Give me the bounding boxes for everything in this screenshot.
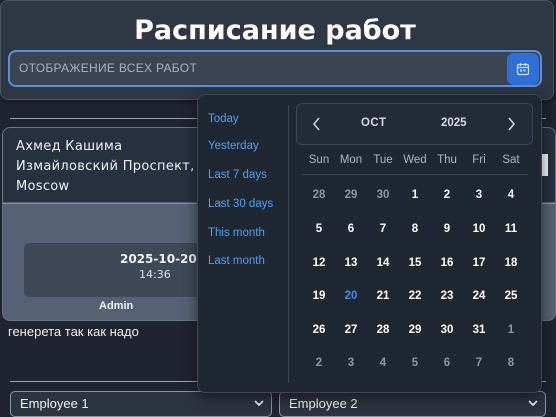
address-line: Ахмед Кашима: [16, 139, 123, 154]
calendar-day[interactable]: 27: [335, 324, 367, 336]
calendar-day[interactable]: 26: [303, 324, 335, 336]
weekday-label: Fri: [472, 154, 486, 166]
calendar-day[interactable]: 22: [399, 290, 431, 302]
preset-this-month[interactable]: This month: [208, 227, 265, 239]
calendar-day[interactable]: 3: [335, 357, 367, 369]
preset-last-7-days[interactable]: Last 7 days: [208, 169, 267, 181]
month-select[interactable]: OCT: [361, 117, 386, 129]
preset-today[interactable]: Today: [208, 113, 239, 125]
calendar-day[interactable]: 7: [367, 223, 399, 235]
date-range-input[interactable]: ОТОБРАЖЕНИЕ ВСЕХ РАБОТ: [8, 50, 542, 87]
card-note: генерета так как надо: [8, 324, 139, 339]
weekday-label: Sun: [308, 154, 330, 166]
header-panel: Расписание работ ОТОБРАЖЕНИЕ ВСЕХ РАБОТ: [0, 0, 554, 100]
date-picker-popup: Today Yesterday Last 7 days Last 30 days…: [197, 94, 542, 393]
calendar-day[interactable]: 6: [335, 223, 367, 235]
calendar-day[interactable]: 8: [495, 357, 527, 369]
calendar-day[interactable]: 14: [367, 257, 399, 269]
chevron-down-icon: [254, 400, 264, 407]
calendar-day[interactable]: 31: [463, 324, 495, 336]
weekday-label: Sat: [502, 154, 520, 166]
calendar-day[interactable]: 16: [431, 257, 463, 269]
calendar-day[interactable]: 6: [431, 357, 463, 369]
calendar-day[interactable]: 25: [495, 290, 527, 302]
preset-yesterday[interactable]: Yesterday: [208, 140, 259, 152]
card-author: Admin: [99, 300, 134, 312]
weekday-label: Thu: [437, 154, 457, 166]
calendar-day[interactable]: 8: [399, 223, 431, 235]
column-divider: [288, 105, 289, 383]
calendar-day[interactable]: 7: [463, 357, 495, 369]
calendar-day[interactable]: 28: [367, 324, 399, 336]
preset-last-30-days[interactable]: Last 30 days: [208, 198, 273, 210]
page-title: Расписание работ: [134, 15, 416, 46]
calendar-day[interactable]: 17: [463, 257, 495, 269]
card-date: 2025-10-20: [120, 252, 197, 266]
month-nav: OCT 2025: [296, 103, 533, 145]
calendar-day[interactable]: 20: [335, 290, 367, 302]
calendar-day[interactable]: 10: [463, 223, 495, 235]
calendar-button[interactable]: [507, 53, 539, 85]
calendar-day[interactable]: 4: [495, 189, 527, 201]
calendar-day[interactable]: 1: [495, 324, 527, 336]
address-line: Измайловский Проспект,: [16, 159, 195, 174]
calendar-day[interactable]: 30: [431, 324, 463, 336]
calendar-day[interactable]: 4: [367, 357, 399, 369]
select-value: Employee 2: [289, 396, 358, 411]
calendar-day[interactable]: 13: [335, 257, 367, 269]
card-time: 14:36: [139, 268, 171, 281]
calendar-day[interactable]: 11: [495, 223, 527, 235]
calendar-day[interactable]: 2: [431, 189, 463, 201]
employee-select-2[interactable]: Employee 2: [279, 391, 546, 417]
calendar-day[interactable]: 12: [303, 257, 335, 269]
calendar-day[interactable]: 9: [431, 223, 463, 235]
preset-list: Today Yesterday Last 7 days Last 30 days…: [198, 95, 288, 392]
chevron-right-icon[interactable]: [505, 116, 517, 132]
calendar-day[interactable]: 23: [431, 290, 463, 302]
weekday-divider: [302, 174, 528, 175]
calendar-day[interactable]: 30: [367, 189, 399, 201]
calendar-day[interactable]: 5: [303, 223, 335, 235]
calendar-day[interactable]: 29: [335, 189, 367, 201]
calendar-day[interactable]: 28: [303, 189, 335, 201]
chevron-down-icon: [528, 400, 538, 407]
calendar-day[interactable]: 5: [399, 357, 431, 369]
calendar-day[interactable]: 2: [303, 357, 335, 369]
chevron-left-icon[interactable]: [311, 116, 323, 132]
employee-select-1[interactable]: Employee 1: [10, 391, 272, 417]
calendar-day[interactable]: 1: [399, 189, 431, 201]
calendar-day[interactable]: 3: [463, 189, 495, 201]
calendar-day[interactable]: 19: [303, 290, 335, 302]
calendar-day[interactable]: 18: [495, 257, 527, 269]
calendar-day[interactable]: 24: [463, 290, 495, 302]
year-select[interactable]: 2025: [441, 117, 467, 129]
weekday-label: Wed: [403, 154, 427, 166]
calendar-day[interactable]: 29: [399, 324, 431, 336]
card-address: Ахмед Кашима Измайловский Проспект, Mosc…: [16, 137, 195, 197]
calendar-day[interactable]: 15: [399, 257, 431, 269]
calendar-day[interactable]: 21: [367, 290, 399, 302]
select-value: Employee 1: [20, 396, 89, 411]
weekday-label: Tue: [373, 154, 393, 166]
preset-last-month[interactable]: Last month: [208, 255, 265, 267]
weekday-label: Mon: [339, 154, 363, 166]
address-line: Moscow: [16, 179, 70, 194]
calendar-icon: [516, 63, 530, 76]
date-range-value: ОТОБРАЖЕНИЕ ВСЕХ РАБОТ: [19, 61, 198, 75]
